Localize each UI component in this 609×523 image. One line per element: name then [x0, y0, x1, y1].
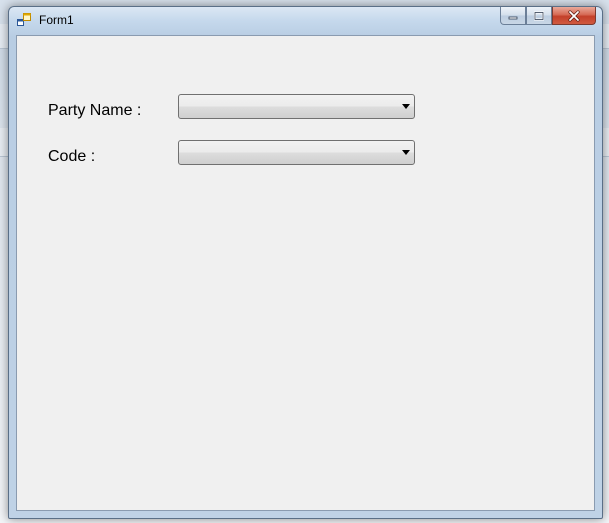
- maximize-button[interactable]: [526, 7, 552, 25]
- form-window[interactable]: Form1 Party Name : Code:: [8, 6, 603, 519]
- code-combobox[interactable]: [178, 140, 415, 165]
- close-icon: [568, 10, 580, 21]
- form-client-area: Party Name : Code :: [16, 35, 595, 511]
- title-bar[interactable]: Form1: [9, 7, 602, 33]
- code-label: Code :: [48, 148, 96, 165]
- form-app-icon: [17, 13, 31, 27]
- minimize-icon: [508, 16, 518, 19]
- party-name-label: Party Name :: [48, 102, 142, 119]
- close-button[interactable]: [552, 7, 596, 25]
- caption-buttons: [500, 7, 596, 26]
- window-title: Form1: [39, 13, 74, 27]
- chevron-down-icon: [402, 104, 410, 109]
- party-name-combobox[interactable]: [178, 94, 415, 119]
- maximize-icon: [534, 11, 544, 20]
- minimize-button[interactable]: [500, 7, 526, 25]
- chevron-down-icon: [402, 150, 410, 155]
